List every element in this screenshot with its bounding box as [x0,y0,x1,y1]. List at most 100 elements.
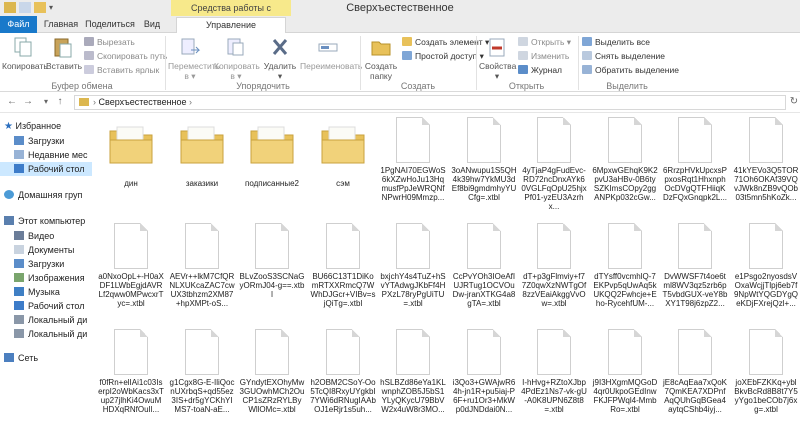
folder-item[interactable]: подписанные2 [239,117,305,188]
move-to-icon [181,38,201,55]
nav-pictures[interactable]: Изображения [14,271,92,285]
copy-to-button[interactable]: Копировать в ▾ [214,36,260,81]
file-item[interactable]: 3oANwupu1S5QH4k39hw7YkMU3dEf8bi9gmdmhyYU… [451,117,517,202]
file-item[interactable]: g1Cgx8G-E-IliQocnUXrbqS+qd55ez3IS+dr5gYC… [169,329,235,414]
edit-button[interactable]: Изменить [518,50,569,62]
nav-local-disk-1[interactable]: Локальный ди [14,313,92,327]
title-bar: ▾ Средства работы с рисунками Сверхъесте… [0,0,800,29]
breadcrumb[interactable]: › Сверхъестественное › [74,95,786,110]
move-to-button[interactable]: Переместить в ▾ [168,36,220,81]
nav-documents[interactable]: Документы [14,243,92,257]
file-item[interactable]: AEVr++lkM7CfQRNLXUKcaZAC7cwUX3tbhzm2XM87… [169,223,235,308]
folder-item[interactable]: дин [98,117,164,188]
file-item[interactable]: bxjchY4s4TuZ+hSvYTAdwgJKbFf4HPXzL78ryPgU… [380,223,446,308]
forward-icon[interactable]: → [22,96,34,108]
tab-share[interactable]: Поделиться [84,17,136,33]
file-item[interactable]: CcPvYOh3IOeAfIUJRTug1OCVOuDw-jranXTKG4a8… [451,223,517,308]
open-button[interactable]: Открыть ▾ [518,36,571,48]
history-button[interactable]: Журнал [518,64,562,76]
invert-selection-button[interactable]: Обратить выделение [582,64,679,76]
file-name: dT+p3gFlmviy+f77Z0qwXzNWTgOf8zzVEaiAkggV… [521,272,587,308]
tab-home[interactable]: Главная [38,17,84,33]
separator [578,36,579,90]
new-folder-icon[interactable] [34,2,46,13]
rename-icon [318,43,338,52]
open-icon [518,37,528,46]
file-item[interactable]: 6MpxwGEhqK9K2pvU3aHBv-0B6tySZKImsCOpy2gg… [592,117,658,202]
tab-view[interactable]: Вид [138,17,166,33]
file-item[interactable]: 1PgNAI70EGWoS6kXZwHoJu13HqmusfPpJeWRQNfN… [380,117,446,202]
tab-manage[interactable]: Управление [176,17,286,34]
paste-button[interactable]: Вставить [46,36,82,71]
chevron-down-icon[interactable]: ▾ [49,2,57,13]
file-item[interactable]: dTYsff0vcmhlQ-7EKPvp5qUwAq5kUKQQ2Fwhcje+… [592,223,658,308]
back-icon[interactable]: ← [6,96,18,108]
file-item[interactable]: i3Qo3+GWAjwR64h-jn1R+pu5iaj-P6F+ru1Or3+M… [451,329,517,414]
window-title: Сверхъестественное [346,2,454,14]
copy-button[interactable]: Копировать [2,36,48,71]
folder-icon [109,126,153,164]
select-all-icon [582,37,592,46]
properties-button[interactable]: Свойства ▾ [479,36,516,81]
cut-label: Вырезать [97,37,135,47]
folder-item[interactable]: заказики [169,117,235,188]
file-name: jE8cAqEaa7xQoK7QmKEA7XDPnfAqQUhGqBGea4ay… [662,378,728,414]
file-item[interactable]: j9I3HXgmMQGoD4qr0UkpoGEdInwFKJFPWql4-Mmb… [592,329,658,414]
file-item[interactable]: jE8cAqEaa7xQoK7QmKEA7XDPnfAqQUhGqBGea4ay… [662,329,728,414]
easy-access-button[interactable]: Простой доступ ▾ [402,50,484,62]
new-folder-button[interactable]: Создать папку [363,36,399,81]
nav-network[interactable]: Сеть [4,351,92,365]
paste-shortcut-button[interactable]: Вставить ярлык [84,64,159,76]
nav-recent[interactable]: Недавние мес [14,148,92,162]
nav-label: Загрузки [28,136,65,146]
file-name: сэм [336,179,350,188]
chevron-down-icon[interactable]: ▾ [40,96,52,108]
cut-button[interactable]: Вырезать [84,36,135,48]
nav-video[interactable]: Видео [14,229,92,243]
nav-local-disk-2[interactable]: Локальный ди [14,327,92,341]
file-item[interactable]: hSLBZd86eYa1KLwnphZOB5J5bS1YLyQKycU79BbV… [380,329,446,414]
file-item[interactable]: e1Psgo2nyosdsVOxaWcjjTlpj6eb7f9NpWtYQGDY… [733,223,799,308]
nav-desktop[interactable]: Рабочий стол [0,162,92,176]
refresh-icon[interactable]: ↻ [788,96,800,108]
folder-item[interactable]: сэм [310,117,376,188]
copy-to-label: Копировать в [214,61,260,81]
file-item[interactable]: BLvZooS3SCNaGyORmJ04-g==.xtbl [239,223,305,299]
file-name: joXEbFZKKq+yblBkvBcRd8B8t7Y5yYgo1beCOb7j… [734,378,798,414]
folder-icon[interactable] [4,2,16,13]
file-name: дин [124,179,138,188]
file-item[interactable]: 6RrzpHVkUpcxsPpxosRqt1HhxnphOcDVgQTFHiiq… [662,117,728,202]
nav-this-pc[interactable]: Этот компьютер [4,214,92,228]
nav-music[interactable]: Музыка [14,285,92,299]
file-item[interactable]: a0NxoOpL+-H0aXDF1LWbEgjdAVRLf2qww0MPwcxr… [98,223,164,308]
properties-icon[interactable] [19,2,31,13]
file-item[interactable]: dT+p3gFlmviy+f77Z0qwXzNWTgOf8zzVEaiAkggV… [521,223,587,308]
nav-downloads-pc[interactable]: Загрузки [14,257,92,271]
file-item[interactable]: 41kYEVo3Q5TOR71Oh6OKAf39VQvJWk8nZB9vQOb0… [733,117,799,202]
file-item[interactable]: I-hHvg+RZtoXJbp4PdEz1Ns7-vk-gU-A0K8UPN6Z… [521,329,587,414]
file-item[interactable]: joXEbFZKKq+yblBkvBcRd8B8t7Y5yYgo1beCOb7j… [733,329,799,414]
file-item[interactable]: 4yTjaP4gFudEvc-RD72ncDnxAYk60VGLFqOpU25h… [521,117,587,211]
up-icon[interactable]: ↑ [54,96,66,108]
invert-selection-label: Обратить выделение [595,65,679,75]
folder-icon [79,98,89,106]
file-item[interactable]: h2OBM2CSoY-Oo5TcQI8RxyUYgkbI7YWi6dRNugIA… [310,329,376,414]
file-item[interactable]: f0fRn+elIAi1c03IserpI2oWbKacs3xTup27jlhK… [98,329,164,414]
select-all-button[interactable]: Выделить все [582,36,650,48]
file-name: 6RrzpHVkUpcxsPpxosRqt1HhxnphOcDVgQTFHiiq… [662,166,728,202]
tab-file[interactable]: Файл [0,16,37,33]
nav-favorites[interactable]: ★ Избранное [4,119,92,133]
delete-button[interactable]: Удалить ▾ [262,36,298,81]
rename-button[interactable]: Переименовать [300,36,362,71]
nav-homegroup[interactable]: Домашняя груп [4,188,92,202]
file-item[interactable]: BU66C13T1DiKomRTXXRmcQ7WWhDJGcr+VIBv=sjQ… [310,223,376,308]
nav-downloads[interactable]: Загрузки [14,134,92,148]
copy-path-button[interactable]: Скопировать путь [84,50,167,62]
file-item[interactable]: GYndytEXOhyMw3GUOwhMCh2OuCP1sZRzRYLByWll… [239,329,305,414]
file-item[interactable]: DvWWSF7t4oe6tml8WV3qz5zrb6pT5vbdGUX-veY8… [662,223,728,308]
select-none-button[interactable]: Снять выделение [582,50,665,62]
history-label: Журнал [531,65,563,75]
breadcrumb-item[interactable]: Сверхъестественное [99,97,187,107]
nav-desktop-pc[interactable]: Рабочий стол [14,299,92,313]
group-label-clipboard: Буфер обмена [51,81,113,91]
